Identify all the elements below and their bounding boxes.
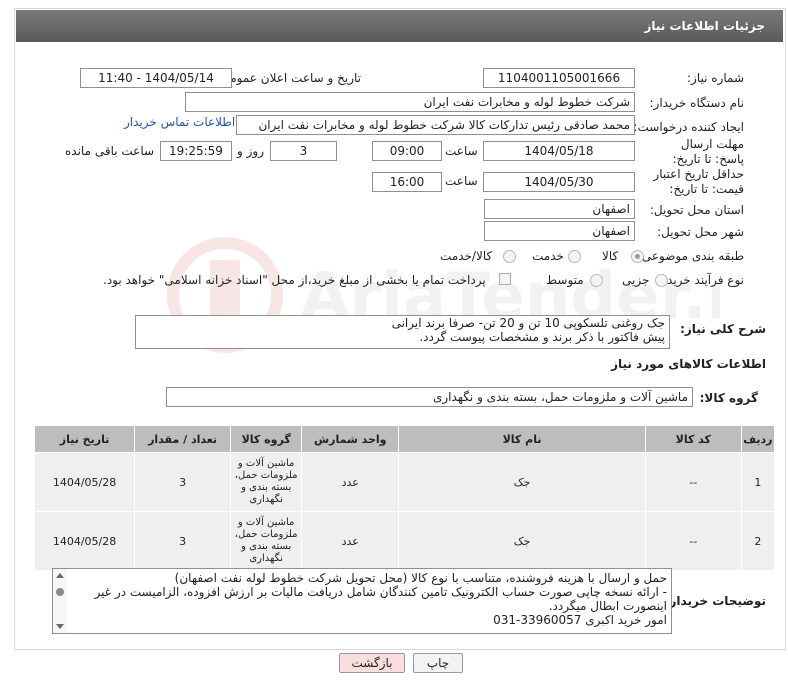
price-validity-label: حداقل تاریخ اعتبار قیمت: تا تاریخ: [653,167,744,196]
announce-label: تاریخ و ساعت اعلان عمومی: [216,71,361,85]
category-label: طبقه بندی موضوعی: [637,249,744,263]
buyer-notes-line-3: امور خرید اکبری 33960057-031 [493,613,667,627]
category-radio-both[interactable] [503,250,516,263]
days-field: 3 [270,141,337,161]
process-option-medium: متوسط [546,273,584,287]
city-field: اصفهان [484,221,635,241]
summary-line-2: پیش فاکتور با ذکر برند و مشخصات پیوست گر… [419,330,665,344]
buyer-notes-field: حمل و ارسال با هزینه فروشنده، متناسب با … [52,568,672,634]
table-header-row: ردیف کد کالا نام کالا واحد شمارش گروه کا… [33,425,776,453]
print-button[interactable]: چاپ [413,653,463,673]
page-title: جزئیات اطلاعات نیاز [644,19,765,33]
payment-note: پرداخت تمام یا بخشی از مبلغ خرید،از محل … [103,273,486,287]
goods-group-label: گروه کالا: [699,391,758,405]
need-number-field: 1104001105001666 [483,68,635,88]
deadline-time-field: 09:00 [372,141,442,161]
scrollbar-arrows-icon [56,573,64,629]
col-group-header: گروه کالا [230,425,303,453]
deadline-label: مهلت ارسال پاسخ: تا تاریخ: [672,137,744,166]
payment-checkbox[interactable] [499,273,511,285]
table-row: 2 -- جک عدد ماشین آلات و ملزومات حمل، بس… [33,511,776,571]
goods-table: ردیف کد کالا نام کالا واحد شمارش گروه کا… [33,425,776,571]
col-date-header: تاریخ نیاز [33,425,136,453]
process-radio-medium[interactable] [590,274,603,287]
buyer-notes-line-2: - ارائه نسخه چاپی صورت حساب الکترونیک تا… [94,585,667,613]
remaining-time-field: 19:25:59 [160,141,232,161]
notes-scrollbar[interactable] [53,569,67,633]
creator-field: محمد صادقی رئیس تدارکات کالا شرکت خطوط ل… [236,115,635,135]
goods-section-title: اطلاعات کالاهای مورد نیاز [611,357,766,371]
price-date-field: 1404/05/30 [483,172,635,192]
cell-code: -- [644,452,742,512]
cell-group: ماشین آلات و ملزومات حمل، بسته بندی و نگ… [230,452,303,512]
province-field: اصفهان [484,199,635,219]
cell-date: 1404/05/28 [33,452,136,512]
category-radio-goods[interactable] [631,250,644,263]
cell-unit: عدد [301,511,400,571]
cell-qty: 3 [134,452,232,512]
remaining-label: ساعت باقی مانده [65,144,155,158]
summary-label: شرح کلی نیاز: [680,322,766,336]
deadline-date-field: 1404/05/18 [483,141,635,161]
process-option-minor: جزیی [622,273,650,287]
buyer-label: نام دستگاه خریدار: [649,96,745,110]
category-radio-service[interactable] [568,250,581,263]
cell-name: جک [398,452,646,512]
province-label: استان محل تحویل: [649,203,744,217]
col-name-header: نام کالا [398,425,646,453]
buyer-notes-label: توضیحات خریدار: [664,594,766,608]
back-button[interactable]: بازگشت [339,653,405,673]
cell-row: 2 [740,511,776,571]
price-time-field: 16:00 [372,172,442,192]
col-qty-header: تعداد / مقدار [134,425,232,453]
need-number-label: شماره نیاز: [687,71,744,85]
col-code-header: کد کالا [644,425,742,453]
cell-date: 1404/05/28 [33,511,136,571]
deadline-time-label: ساعت [445,144,478,158]
col-row-header: ردیف [740,425,776,453]
category-option-goods: کالا [602,249,619,263]
summary-field: جک روغنی تلسکوپی 10 تن و 20 تن- صرفا برن… [135,315,670,349]
process-radio-minor[interactable] [655,274,668,287]
price-time-label: ساعت [445,174,478,188]
city-label: شهر محل تحویل: [657,225,744,239]
cell-group: ماشین آلات و ملزومات حمل، بسته بندی و نگ… [230,511,303,571]
cell-qty: 3 [134,511,232,571]
buyer-notes-line-1: حمل و ارسال با هزینه فروشنده، متناسب با … [174,571,667,585]
cell-code: -- [644,511,742,571]
col-unit-header: واحد شمارش [301,425,400,453]
days-label: روز و [237,144,264,158]
goods-group-field: ماشین آلات و ملزومات حمل، بسته بندی و نگ… [166,387,693,407]
page-header: جزئیات اطلاعات نیاز [16,10,783,42]
creator-label: ایجاد کننده درخواست: [633,120,744,134]
table-row: 1 -- جک عدد ماشین آلات و ملزومات حمل، بس… [33,452,776,512]
category-option-service: خدمت [532,249,564,263]
cell-row: 1 [740,452,776,512]
process-label: نوع فرآیند خرید : [659,273,744,287]
cell-unit: عدد [301,452,400,512]
cell-name: جک [398,511,646,571]
summary-line-1: جک روغنی تلسکوپی 10 تن و 20 تن- صرفا برن… [391,316,665,330]
announce-field: 1404/05/14 - 11:40 [80,68,232,88]
buyer-field: شرکت خطوط لوله و مخابرات نفت ایران [185,92,635,112]
category-option-both: کالا/خدمت [440,249,493,263]
contact-info-link[interactable]: اطلاعات تماس خریدار [124,115,235,129]
